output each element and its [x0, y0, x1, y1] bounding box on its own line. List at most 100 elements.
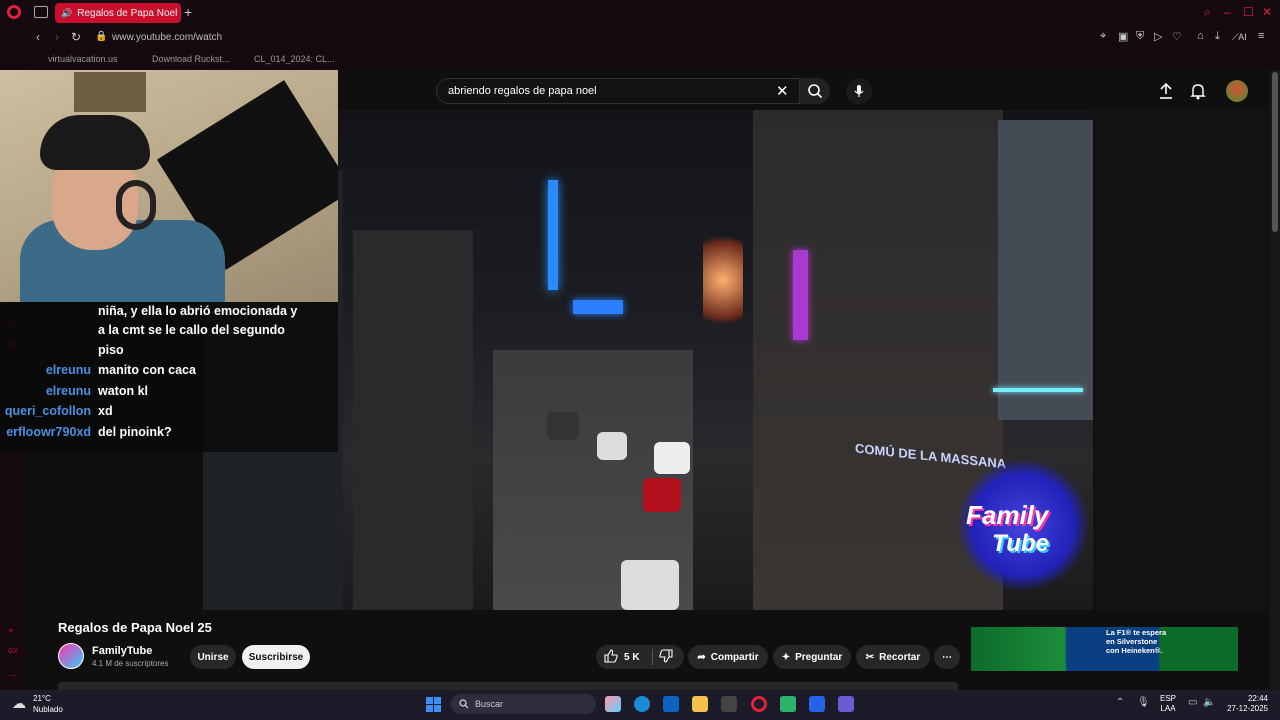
clip-label: Recortar — [879, 651, 921, 663]
clear-search-icon[interactable]: ✕ — [776, 82, 789, 100]
chat-message: del pinoink? — [98, 425, 172, 439]
lock-icon[interactable]: 🔒 — [95, 31, 107, 42]
network-icon[interactable]: ▭ — [1188, 697, 1197, 708]
tray-overflow-icon[interactable]: ⌃ — [1116, 697, 1124, 708]
forward-icon[interactable]: › — [55, 30, 59, 44]
chat-username: queri_cofollon — [4, 404, 91, 418]
dislike-icon[interactable] — [658, 648, 673, 666]
streamer-webcam — [0, 70, 338, 302]
video-lights — [993, 388, 1083, 392]
back-icon[interactable]: ‹ — [36, 30, 40, 44]
chat-message: waton kl — [98, 384, 149, 398]
weather-description[interactable]: Nublado — [33, 705, 63, 714]
microphone-tray-icon[interactable]: 🎙 — [1137, 697, 1150, 708]
ask-button[interactable]: ✦ Preguntar — [773, 645, 851, 669]
microphone-icon — [854, 85, 864, 97]
ad-text-line: La F1® te espera — [1106, 628, 1167, 637]
heart-icon[interactable]: ♡ — [1172, 30, 1182, 43]
bookmark-item[interactable]: CL_014_2024: CL... — [254, 54, 335, 64]
shield-icon[interactable]: ⛨ — [1136, 30, 1144, 43]
video-car — [643, 478, 681, 512]
search-tabs-icon[interactable]: ⌕ — [1204, 5, 1211, 20]
wallet-icon[interactable]: ⌂ — [1197, 30, 1204, 42]
app-icon[interactable] — [809, 696, 825, 712]
chat-username: elreunu — [45, 363, 91, 377]
scissors-icon: ✂ — [865, 651, 875, 663]
sidebar-ad-banner[interactable] — [971, 627, 1238, 671]
ad-text-line: en Silverstone — [1106, 637, 1158, 646]
video-neon-sign — [548, 180, 558, 290]
sparkle-icon: ✦ — [781, 651, 791, 663]
store-icon[interactable] — [721, 696, 737, 712]
clock-time: 22:44 — [1247, 694, 1268, 703]
subscribe-button[interactable]: Suscribirse — [242, 645, 310, 669]
file-explorer-icon[interactable] — [692, 696, 708, 712]
tab-active[interactable]: 🔊 Regalos de Papa Noel — [55, 3, 181, 23]
description-box[interactable] — [58, 682, 958, 690]
chat-message: xd — [98, 404, 113, 418]
search-icon — [808, 84, 823, 99]
new-tab-icon[interactable]: + — [184, 4, 192, 20]
familytube-watermark: Family Tube — [958, 460, 1088, 590]
channel-avatar[interactable] — [58, 643, 84, 669]
workspaces-icon[interactable] — [34, 6, 48, 18]
chat-message: niña, y ella lo abrió emocionada y — [98, 304, 298, 318]
taskbar-clock[interactable]: 22:44 27-12-2025 — [1220, 694, 1268, 714]
language-indicator[interactable]: ESP LAA — [1160, 694, 1176, 714]
volume-icon[interactable]: 🔈 — [1203, 697, 1215, 708]
upload-icon[interactable] — [1158, 82, 1174, 105]
maximize-icon[interactable]: ☐ — [1243, 5, 1254, 19]
search-button[interactable] — [800, 78, 830, 104]
windows-start-icon[interactable] — [426, 697, 441, 712]
video-title: Regalos de Papa Noel 25 — [58, 620, 212, 635]
opera-logo-icon[interactable] — [7, 5, 21, 19]
outlook-icon[interactable] — [663, 696, 679, 712]
taskbar-search[interactable]: Buscar — [451, 694, 596, 714]
player-icon[interactable]: ▷ — [1154, 30, 1162, 43]
stream-chat-overlay: niña, y ella lo abrió emocionada y a la … — [0, 302, 338, 452]
like-count[interactable]: 5 K — [624, 652, 640, 663]
url-field[interactable]: www.youtube.com/watch — [112, 32, 222, 43]
notifications-icon[interactable] — [1190, 82, 1206, 105]
edge-icon[interactable] — [634, 696, 650, 712]
speaker-icon[interactable]: 🔊 — [61, 8, 72, 19]
join-button[interactable]: Unirse — [190, 645, 236, 669]
share-button[interactable]: ➦ Compartir — [688, 645, 768, 669]
pin-icon[interactable]: ⌖ — [1100, 30, 1106, 43]
close-icon[interactable]: ✕ — [1262, 5, 1272, 19]
reload-icon[interactable]: ↻ — [71, 30, 81, 44]
account-avatar[interactable] — [1226, 80, 1248, 102]
clip-button[interactable]: ✂ Recortar — [856, 645, 930, 669]
like-icon[interactable] — [604, 648, 618, 666]
download-icon[interactable]: ⤓ — [1215, 30, 1220, 43]
channel-name[interactable]: FamilyTube — [92, 645, 152, 657]
taskbar-search-placeholder: Buscar — [475, 699, 504, 709]
chat-username: elreunu — [45, 384, 91, 398]
opera-gx-icon[interactable] — [751, 696, 767, 712]
copilot-icon[interactable] — [605, 696, 621, 712]
weather-temperature[interactable]: 21°C — [33, 694, 51, 703]
video-christmas-tree — [703, 220, 743, 340]
minimize-icon[interactable]: – — [1224, 5, 1231, 19]
menu-icon[interactable]: ≡ — [1258, 30, 1264, 42]
video-car — [654, 442, 690, 474]
sidebar-gx-icon[interactable]: GX — [8, 648, 18, 655]
aria-ai-icon[interactable]: ⟋AI — [1232, 32, 1247, 43]
game-app-icon[interactable] — [780, 696, 796, 712]
video-van — [621, 560, 679, 610]
video-letterbox — [1093, 110, 1270, 610]
scrollbar-thumb[interactable] — [1272, 72, 1278, 232]
snapshot-icon[interactable]: ▣ — [1118, 30, 1128, 43]
weather-cloud-icon[interactable]: ☁ — [12, 695, 26, 712]
bookmark-item[interactable]: Download Ruckst... — [152, 54, 230, 64]
voice-search-button[interactable] — [846, 78, 872, 104]
sidebar-more-icon[interactable]: ⋯ — [8, 670, 17, 681]
sidebar-extension-icon[interactable]: ✳ — [8, 627, 14, 635]
ask-label: Preguntar — [795, 651, 843, 663]
bookmark-item[interactable]: virtualvacation.us — [48, 54, 118, 64]
more-actions-button[interactable]: ⋯ — [934, 645, 960, 669]
video-building — [353, 230, 473, 610]
search-input[interactable]: abriendo regalos de papa noel — [436, 78, 800, 104]
teams-icon[interactable] — [838, 696, 854, 712]
chat-message: piso — [98, 343, 124, 357]
